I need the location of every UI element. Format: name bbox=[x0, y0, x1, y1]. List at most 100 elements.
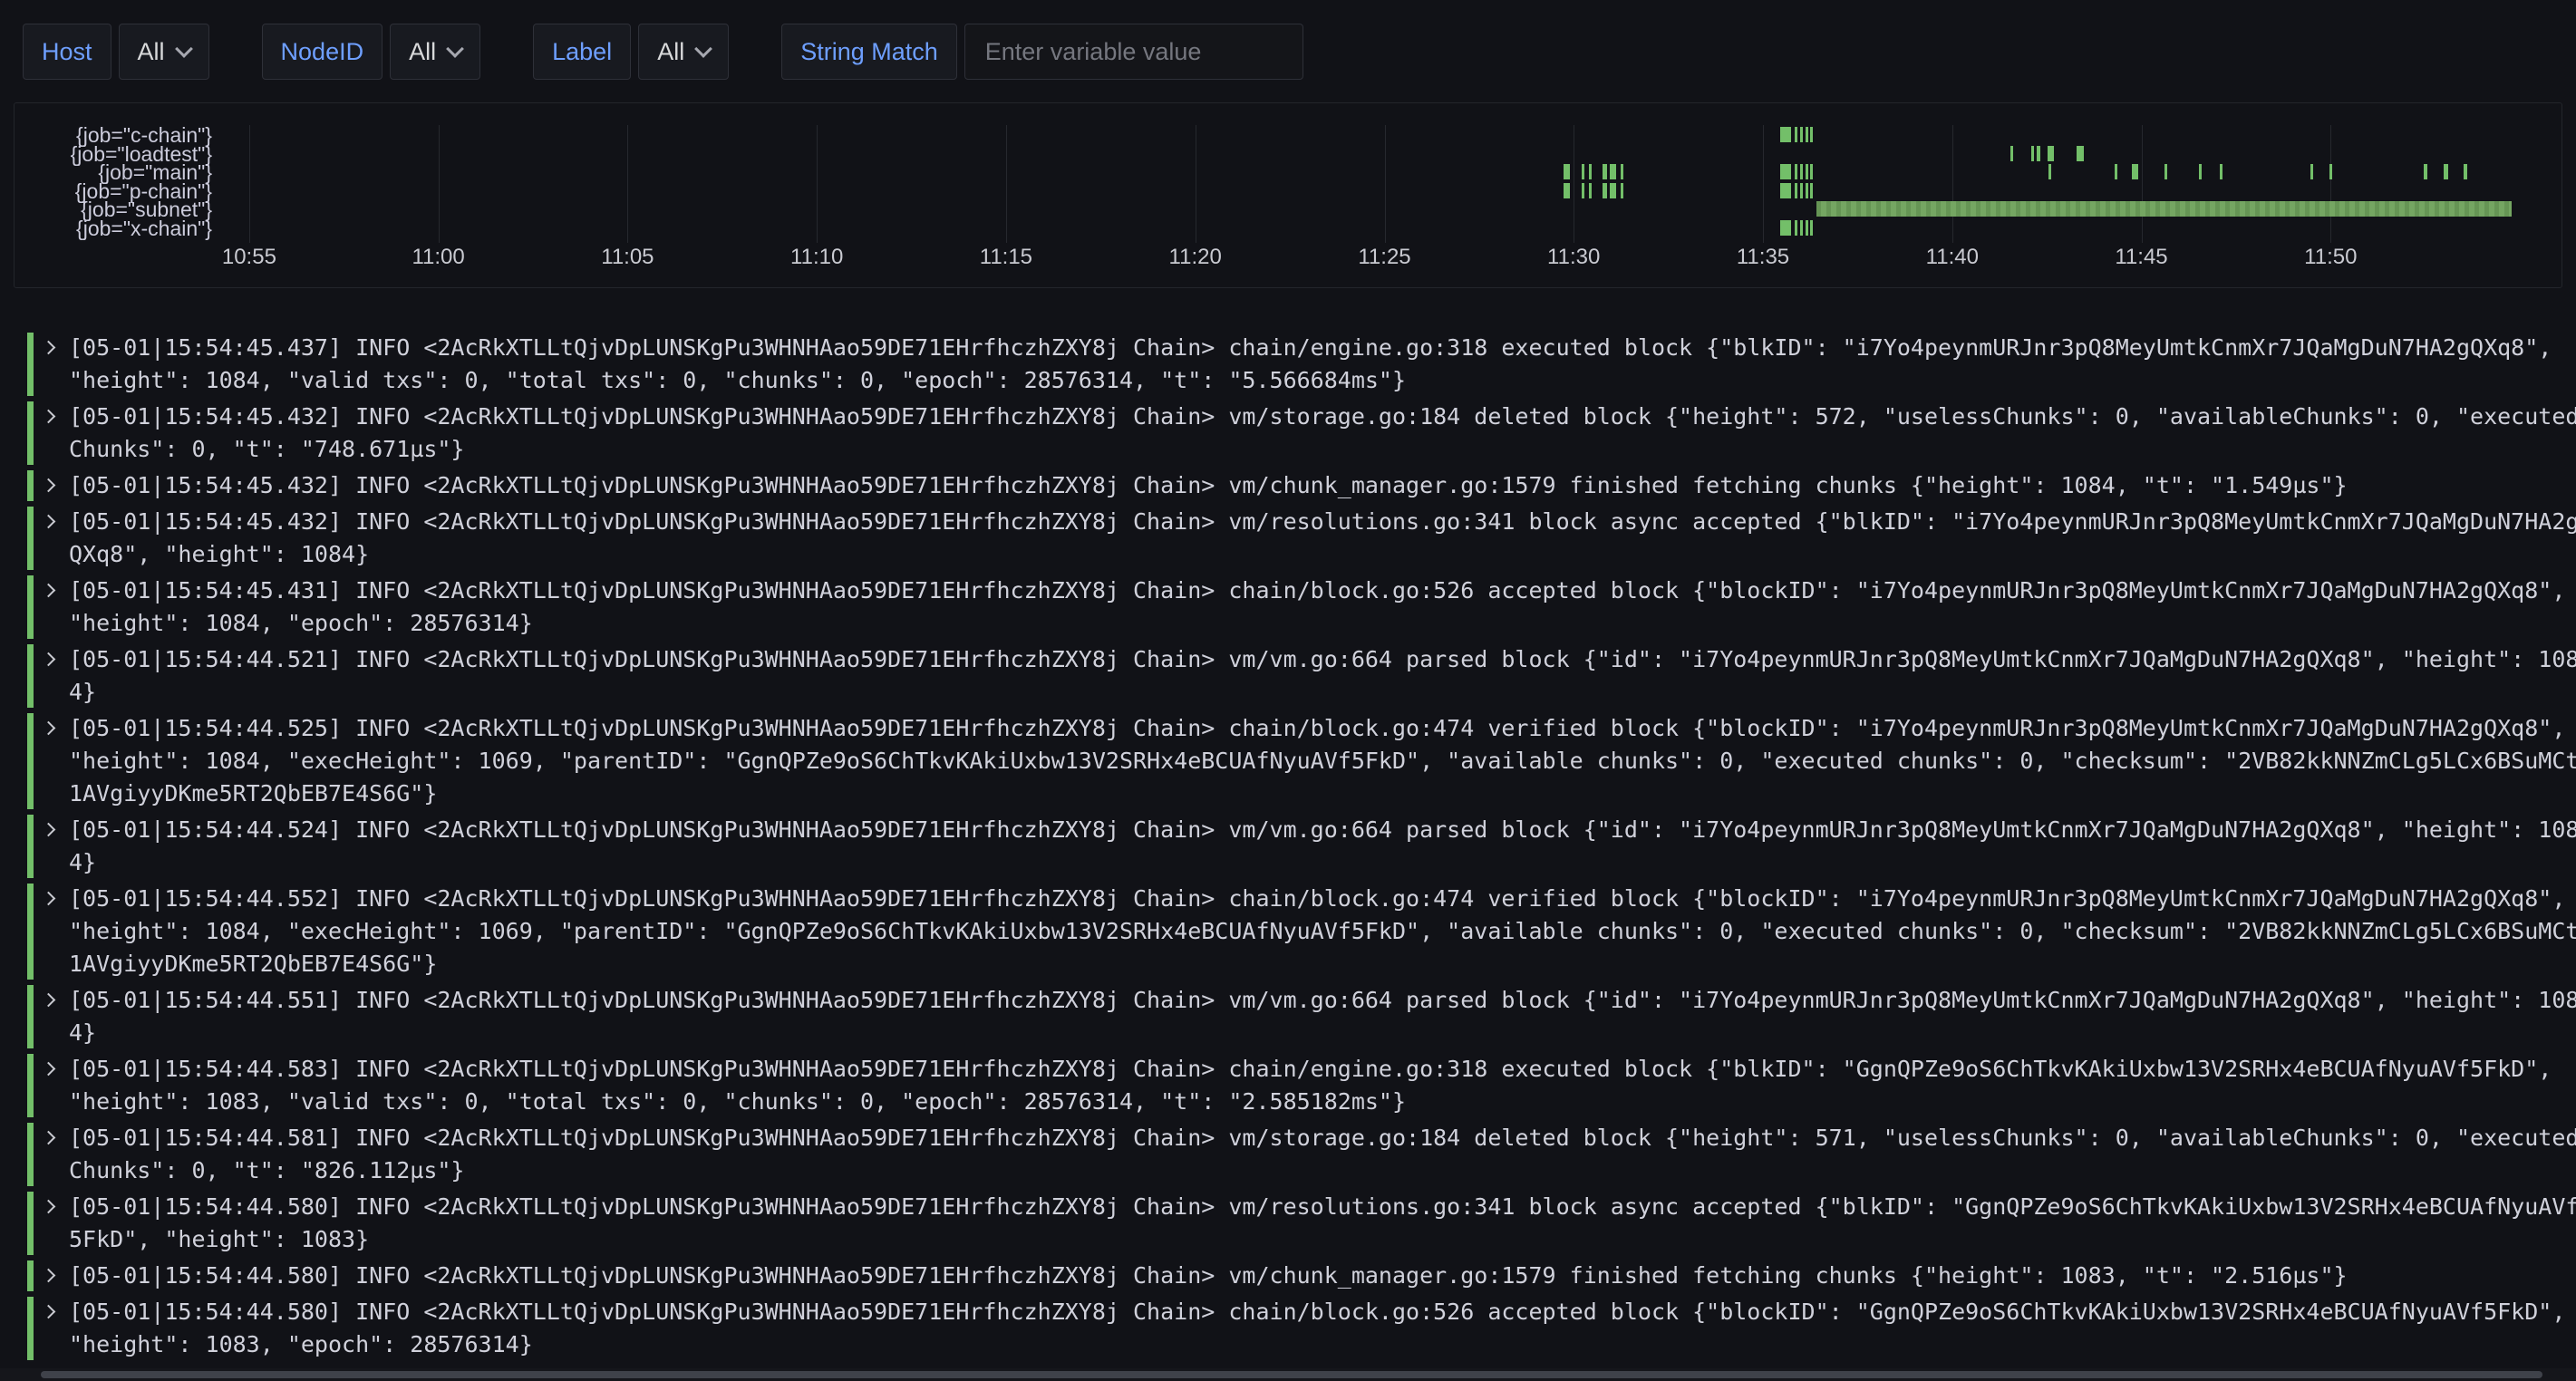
string-match-field[interactable] bbox=[964, 24, 1303, 80]
log-row[interactable]: [05-01|15:54:44.580] INFO <2AcRkXTLLtQjv… bbox=[27, 1260, 2571, 1292]
chevron-right-icon bbox=[42, 584, 56, 598]
variables-toolbar: HostAllNodeIDAllLabelAll String Match bbox=[23, 24, 1303, 80]
log-level-indicator bbox=[27, 884, 34, 980]
variable-group-nodeid: NodeID All bbox=[262, 24, 481, 80]
log-level-indicator bbox=[27, 333, 34, 396]
log-level-indicator bbox=[27, 1123, 34, 1186]
x-gridline bbox=[817, 125, 818, 243]
expand-row-control[interactable] bbox=[34, 401, 69, 466]
log-volume-bar bbox=[2464, 164, 2466, 179]
chevron-right-icon bbox=[42, 478, 56, 493]
variable-value-label: All bbox=[657, 38, 684, 66]
log-row[interactable]: [05-01|15:54:45.432] INFO <2AcRkXTLLtQjv… bbox=[27, 469, 2571, 502]
expand-row-control[interactable] bbox=[34, 469, 69, 502]
log-volume-bar bbox=[1780, 220, 1791, 236]
log-level-indicator bbox=[27, 815, 34, 878]
log-volume-bar bbox=[1621, 164, 1623, 179]
expand-row-control[interactable] bbox=[34, 883, 69, 980]
x-gridline bbox=[627, 125, 628, 243]
log-row[interactable]: [05-01|15:54:44.525] INFO <2AcRkXTLLtQjv… bbox=[27, 712, 2571, 810]
x-gridline bbox=[2330, 125, 2331, 243]
chevron-right-icon bbox=[42, 652, 56, 667]
x-axis-tick-label: 11:10 bbox=[762, 245, 871, 270]
expand-row-control[interactable] bbox=[34, 506, 69, 571]
variable-label-label: Label bbox=[533, 24, 631, 80]
x-axis-tick-label: 11:35 bbox=[1709, 245, 1817, 270]
log-volume-bar bbox=[1806, 127, 1808, 142]
log-row[interactable]: [05-01|15:54:44.551] INFO <2AcRkXTLLtQjv… bbox=[27, 984, 2571, 1049]
x-gridline bbox=[2142, 125, 2143, 243]
expand-row-control[interactable] bbox=[34, 712, 69, 810]
log-volume-bar bbox=[1806, 183, 1808, 198]
variable-select-host[interactable]: All bbox=[119, 24, 209, 80]
x-axis-tick-label: 11:45 bbox=[2087, 245, 2196, 270]
chevron-right-icon bbox=[42, 993, 56, 1008]
log-volume-bar bbox=[2329, 164, 2332, 179]
log-volume-bar bbox=[2199, 164, 2202, 179]
expand-row-control[interactable] bbox=[34, 1260, 69, 1292]
log-level-indicator bbox=[27, 470, 34, 501]
log-volume-bar bbox=[2031, 146, 2035, 161]
log-volume-bar bbox=[1564, 164, 1571, 179]
string-match-input[interactable] bbox=[983, 37, 1284, 67]
log-level-indicator bbox=[27, 644, 34, 708]
legend-item[interactable]: {job="subnet"} bbox=[15, 200, 212, 218]
expand-row-control[interactable] bbox=[34, 984, 69, 1049]
log-volume-bar bbox=[1816, 201, 2512, 217]
chevron-down-icon bbox=[446, 40, 464, 58]
variable-label-host: Host bbox=[23, 24, 111, 80]
log-row[interactable]: [05-01|15:54:44.580] INFO <2AcRkXTLLtQjv… bbox=[27, 1191, 2571, 1256]
expand-row-control[interactable] bbox=[34, 1191, 69, 1256]
log-level-indicator bbox=[27, 1297, 34, 1360]
legend-item[interactable]: {job="x-chain"} bbox=[15, 219, 212, 237]
expand-row-control[interactable] bbox=[34, 332, 69, 397]
expand-row-control[interactable] bbox=[34, 1053, 69, 1118]
chevron-right-icon bbox=[42, 1200, 56, 1214]
expand-row-control[interactable] bbox=[34, 643, 69, 709]
legend-item[interactable]: {job="main"} bbox=[15, 163, 212, 181]
log-row[interactable]: [05-01|15:54:44.583] INFO <2AcRkXTLLtQjv… bbox=[27, 1053, 2571, 1118]
variable-select-nodeid[interactable]: All bbox=[390, 24, 480, 80]
chevron-right-icon bbox=[42, 341, 56, 355]
x-axis-tick-label: 11:50 bbox=[2276, 245, 2385, 270]
log-level-indicator bbox=[27, 713, 34, 809]
chevron-right-icon bbox=[42, 410, 56, 424]
log-level-indicator bbox=[27, 985, 34, 1048]
log-message: [05-01|15:54:44.580] INFO <2AcRkXTLLtQjv… bbox=[69, 1260, 2576, 1292]
expand-row-control[interactable] bbox=[34, 1122, 69, 1187]
log-volume-bar bbox=[1795, 164, 1797, 179]
variable-value-nodeid: All bbox=[409, 38, 436, 66]
log-volume-bar bbox=[1795, 220, 1797, 236]
log-row[interactable]: [05-01|15:54:45.431] INFO <2AcRkXTLLtQjv… bbox=[27, 575, 2571, 640]
log-volume-bar bbox=[2037, 146, 2039, 161]
x-axis-tick-label: 11:15 bbox=[952, 245, 1060, 270]
log-row[interactable]: [05-01|15:54:44.581] INFO <2AcRkXTLLtQjv… bbox=[27, 1122, 2571, 1187]
log-row[interactable]: [05-01|15:54:45.432] INFO <2AcRkXTLLtQjv… bbox=[27, 401, 2571, 466]
scrollbar-thumb[interactable] bbox=[41, 1371, 2542, 1378]
chevron-right-icon bbox=[42, 1305, 56, 1319]
expand-row-control[interactable] bbox=[34, 814, 69, 879]
log-row[interactable]: [05-01|15:54:44.580] INFO <2AcRkXTLLtQjv… bbox=[27, 1296, 2571, 1361]
variable-label-nodeid: NodeID bbox=[262, 24, 383, 80]
log-row[interactable]: [05-01|15:54:44.552] INFO <2AcRkXTLLtQjv… bbox=[27, 883, 2571, 980]
legend-item[interactable]: {job="c-chain"} bbox=[15, 126, 212, 144]
expand-row-control[interactable] bbox=[34, 1296, 69, 1361]
log-row[interactable]: [05-01|15:54:44.524] INFO <2AcRkXTLLtQjv… bbox=[27, 814, 2571, 879]
log-volume-bar bbox=[1610, 164, 1617, 179]
log-volume-bar bbox=[1810, 183, 1813, 198]
variable-select-label[interactable]: All bbox=[638, 24, 729, 80]
expand-row-control[interactable] bbox=[34, 575, 69, 640]
x-gridline bbox=[1006, 125, 1007, 243]
log-volume-bar bbox=[1800, 164, 1803, 179]
log-row[interactable]: [05-01|15:54:45.432] INFO <2AcRkXTLLtQjv… bbox=[27, 506, 2571, 571]
log-message: [05-01|15:54:44.552] INFO <2AcRkXTLLtQjv… bbox=[69, 883, 2576, 980]
log-row[interactable]: [05-01|15:54:44.521] INFO <2AcRkXTLLtQjv… bbox=[27, 643, 2571, 709]
log-volume-bar bbox=[1603, 164, 1607, 179]
horizontal-scrollbar[interactable] bbox=[0, 1368, 2576, 1381]
chevron-right-icon bbox=[42, 1269, 56, 1283]
log-level-indicator bbox=[27, 507, 34, 570]
log-row[interactable]: [05-01|15:54:45.437] INFO <2AcRkXTLLtQjv… bbox=[27, 332, 2571, 397]
log-volume-bar bbox=[1780, 127, 1791, 142]
log-volume-bar bbox=[1589, 183, 1592, 198]
log-message: [05-01|15:54:45.437] INFO <2AcRkXTLLtQjv… bbox=[69, 332, 2576, 397]
